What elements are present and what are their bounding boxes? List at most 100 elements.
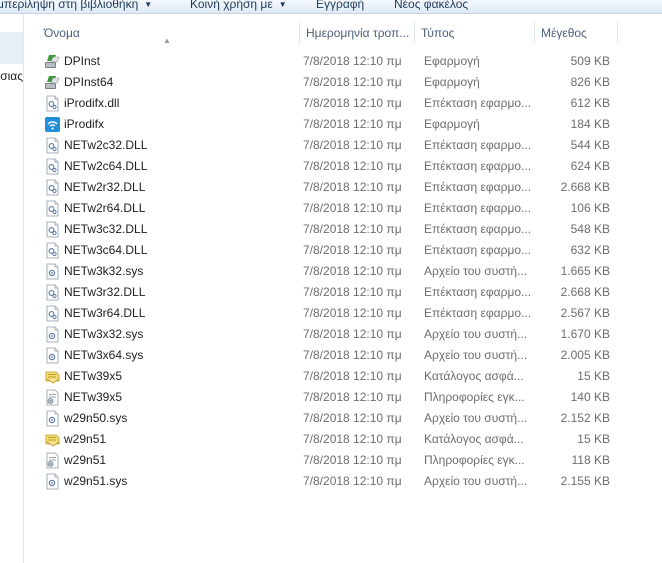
file-date: 7/8/2018 12:10 πμ [303, 285, 402, 299]
dll-file-icon [44, 158, 61, 175]
file-size: 15 KB [577, 432, 610, 446]
table-row[interactable]: w29n50.sys 7/8/2018 12:10 πμ Αρχείο του συ… [38, 408, 618, 429]
file-name: iProdifx [64, 117, 105, 131]
navigation-pane: σιας [0, 14, 24, 563]
table-row[interactable]: NETw2c64.DLL 7/8/2018 12:10 πμ Επέκταση εφ… [38, 156, 618, 177]
file-date: 7/8/2018 12:10 πμ [303, 243, 402, 257]
nav-item-label[interactable]: σιας [0, 69, 23, 83]
file-date: 7/8/2018 12:10 πμ [303, 306, 402, 320]
nav-selected-item[interactable] [0, 32, 23, 64]
dll-file-icon [44, 221, 61, 238]
file-type: Εφαρμογή [424, 75, 480, 89]
include-in-library-button[interactable]: μπερίληψη στη βιβλιοθήκη ▼ [0, 0, 152, 12]
file-name: w29n50.sys [64, 411, 128, 425]
file-type: Αρχείο του συστή... [424, 327, 528, 341]
file-name: NETw3x64.sys [64, 348, 144, 362]
file-type: Επέκταση εφαρμο... [424, 201, 532, 215]
file-type: Επέκταση εφαρμο... [424, 138, 532, 152]
file-size: 544 KB [570, 138, 610, 152]
column-header-type[interactable]: Τύπος [415, 22, 535, 44]
file-name: NETw3k32.sys [64, 264, 144, 278]
file-size: 1.670 KB [560, 327, 610, 341]
file-type: Αρχείο του συστή... [424, 474, 528, 488]
file-size: 624 KB [570, 159, 610, 173]
table-row[interactable]: NETw3k32.sys 7/8/2018 12:10 πμ Αρχείο του … [38, 261, 618, 282]
table-row[interactable]: NETw39x5 7/8/2018 12:10 πμ Κατάλογος ασφά.… [38, 366, 618, 387]
column-header-date[interactable]: Ημερομηνία τροπ... [300, 22, 415, 44]
table-row[interactable]: NETw3x64.sys 7/8/2018 12:10 πμ Αρχείο του … [38, 345, 618, 366]
file-type: Επέκταση εφαρμο... [424, 180, 532, 194]
new-folder-button[interactable]: Νέος φακέλος [394, 0, 468, 12]
catalog-file-icon [44, 368, 61, 385]
file-name: NETw39x5 [64, 390, 123, 404]
dll-file-icon [44, 179, 61, 196]
file-name: iProdifx.dll [64, 96, 120, 110]
share-with-button[interactable]: Κοινή χρήση με ▼ [190, 0, 287, 12]
dll-file-icon [44, 200, 61, 217]
file-name: NETw3c64.DLL [64, 243, 148, 257]
file-size: 632 KB [570, 243, 610, 257]
file-size: 2.152 KB [560, 411, 610, 425]
table-row[interactable]: w29n51 7/8/2018 12:10 πμ Κατάλογος ασφά...… [38, 429, 618, 450]
file-date: 7/8/2018 12:10 πμ [303, 348, 402, 362]
file-size: 509 KB [570, 54, 610, 68]
file-date: 7/8/2018 12:10 πμ [303, 432, 402, 446]
file-name: NETw2c64.DLL [64, 159, 148, 173]
file-size: 612 KB [570, 96, 610, 110]
file-name: NETw3x32.sys [64, 327, 144, 341]
setup-info-icon [44, 452, 61, 469]
file-type: Κατάλογος ασφά... [424, 432, 524, 446]
file-type: Αρχείο του συστή... [424, 264, 528, 278]
table-row[interactable]: NETw3c64.DLL 7/8/2018 12:10 πμ Επέκταση εφ… [38, 240, 618, 261]
table-row[interactable]: DPInst 7/8/2018 12:10 πμ Εφαρμογή 509 KB [38, 51, 618, 72]
table-row[interactable]: NETw2c32.DLL 7/8/2018 12:10 πμ Επέκταση εφ… [38, 135, 618, 156]
file-name: NETw3r32.DLL [64, 285, 146, 299]
table-row[interactable]: NETw3x32.sys 7/8/2018 12:10 πμ Αρχείο του … [38, 324, 618, 345]
file-size: 2.668 KB [560, 285, 610, 299]
sys-file-icon [44, 347, 61, 364]
file-name: w29n51.sys [64, 474, 128, 488]
file-type: Επέκταση εφαρμο... [424, 306, 532, 320]
sort-up-icon: ▲ [163, 36, 171, 45]
file-date: 7/8/2018 12:10 πμ [303, 138, 402, 152]
table-row[interactable]: NETw2r32.DLL 7/8/2018 12:10 πμ Επέκταση εφ… [38, 177, 618, 198]
table-row[interactable]: NETw3r64.DLL 7/8/2018 12:10 πμ Επέκταση εφ… [38, 303, 618, 324]
file-date: 7/8/2018 12:10 πμ [303, 390, 402, 404]
dll-file-icon [44, 242, 61, 259]
table-row[interactable]: NETw39x5 7/8/2018 12:10 πμ Πληροφορίες εγκ… [38, 387, 618, 408]
file-size: 1.665 KB [560, 264, 610, 278]
table-row[interactable]: NETw3r32.DLL 7/8/2018 12:10 πμ Επέκταση εφ… [38, 282, 618, 303]
installer-icon [44, 53, 61, 70]
file-date: 7/8/2018 12:10 πμ [303, 222, 402, 236]
table-row[interactable]: iProdifx 7/8/2018 12:10 πμ Εφαρμογή 184 KB [38, 114, 618, 135]
table-row[interactable]: w29n51.sys 7/8/2018 12:10 πμ Αρχείο του συ… [38, 471, 618, 492]
table-row[interactable]: w29n51 7/8/2018 12:10 πμ Πληροφορίες εγκ..… [38, 450, 618, 471]
file-type: Επέκταση εφαρμο... [424, 159, 532, 173]
file-date: 7/8/2018 12:10 πμ [303, 411, 402, 425]
file-size: 2.668 KB [560, 180, 610, 194]
table-row[interactable]: NETw2r64.DLL 7/8/2018 12:10 πμ Επέκταση εφ… [38, 198, 618, 219]
file-name: NETw2r32.DLL [64, 180, 146, 194]
burn-button[interactable]: Εγγραφή [316, 0, 364, 12]
column-header-row: Όνομα Ημερομηνία τροπ... Τύπος Μέγεθος ▲ [38, 22, 618, 45]
table-row[interactable]: NETw3c32.DLL 7/8/2018 12:10 πμ Επέκταση εφ… [38, 219, 618, 240]
dll-file-icon [44, 95, 61, 112]
table-row[interactable]: iProdifx.dll 7/8/2018 12:10 πμ Επέκταση εφ… [38, 93, 618, 114]
file-date: 7/8/2018 12:10 πμ [303, 96, 402, 110]
file-size: 548 KB [570, 222, 610, 236]
file-name: NETw2c32.DLL [64, 138, 148, 152]
table-row[interactable]: DPInst64 7/8/2018 12:10 πμ Εφαρμογή 826 KB [38, 72, 618, 93]
file-size: 106 KB [570, 201, 610, 215]
file-size: 184 KB [570, 117, 610, 131]
column-header-size[interactable]: Μέγεθος [535, 22, 618, 44]
file-date: 7/8/2018 12:10 πμ [303, 474, 402, 488]
file-size: 2.005 KB [560, 348, 610, 362]
file-size: 118 KB [571, 453, 610, 467]
dll-file-icon [44, 137, 61, 154]
file-date: 7/8/2018 12:10 πμ [303, 327, 402, 341]
file-size: 2.155 KB [560, 474, 610, 488]
installer-icon [44, 74, 61, 91]
file-type: Εφαρμογή [424, 117, 480, 131]
file-type: Πληροφορίες εγκ... [424, 453, 525, 467]
sys-file-icon [44, 263, 61, 280]
